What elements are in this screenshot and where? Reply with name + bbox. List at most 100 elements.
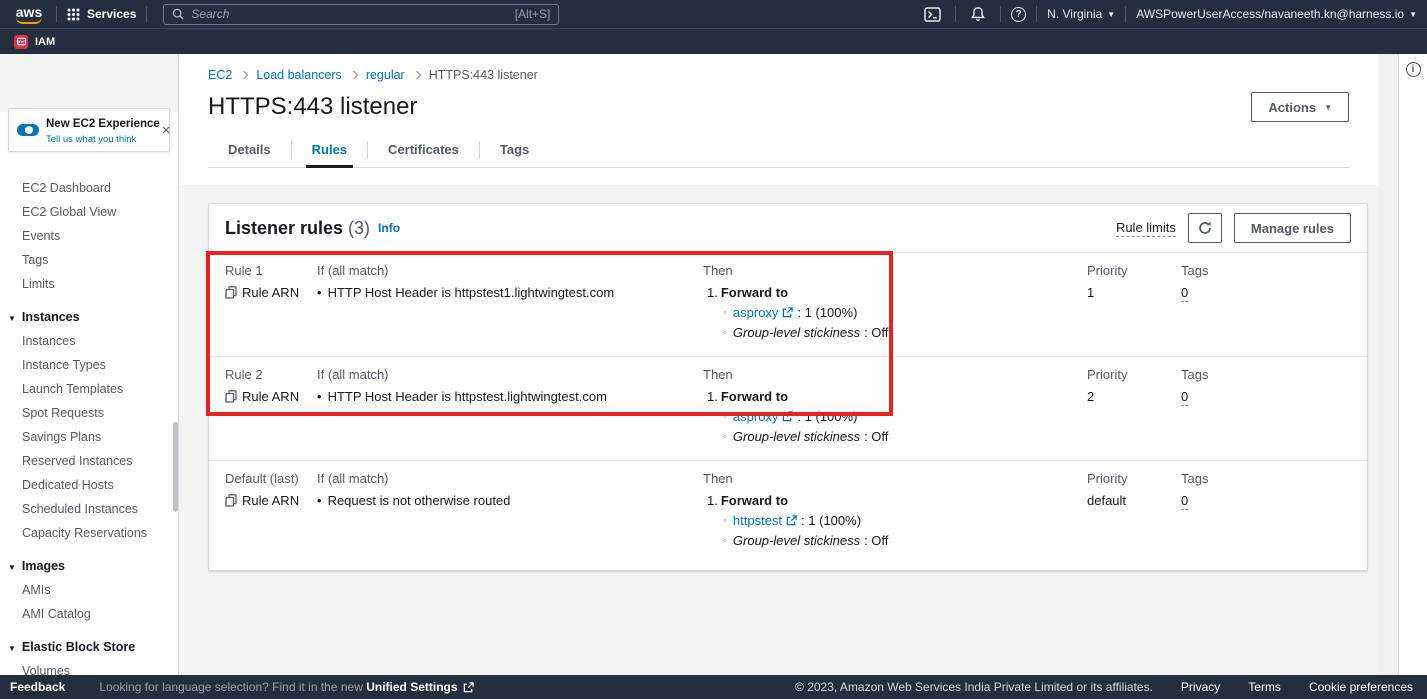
sidebar-item-volumes[interactable]: Volumes: [0, 659, 178, 675]
bullet: ◦: [723, 535, 727, 547]
sidebar-item-capacity-reservations[interactable]: Capacity Reservations: [0, 521, 178, 545]
breadcrumb-ec2[interactable]: EC2: [208, 68, 232, 82]
listener-rules-panel: Listener rules (3) Info Rule limits Mana…: [208, 203, 1368, 571]
main-scrollbar-track[interactable]: [1378, 54, 1398, 675]
notifications-button[interactable]: [966, 6, 990, 22]
external-link-icon: [463, 682, 474, 693]
manage-rules-button[interactable]: Manage rules: [1234, 213, 1351, 243]
language-hint: Looking for language selection? Find it …: [99, 680, 457, 694]
breadcrumb-regular[interactable]: regular: [366, 68, 405, 82]
help-button[interactable]: ?: [1011, 7, 1026, 22]
target-group-link[interactable]: asproxy: [733, 305, 779, 320]
sidebar-item-instance-types[interactable]: Instance Types: [0, 353, 178, 377]
rule-arn-copy[interactable]: Rule ARN: [225, 493, 317, 508]
rule-condition: •Request is not otherwise routed: [317, 493, 703, 508]
region-selector[interactable]: N. Virginia ▼: [1047, 7, 1115, 21]
sidebar-item-scheduled-instances[interactable]: Scheduled Instances: [0, 497, 178, 521]
iam-shortcut[interactable]: IAM: [35, 36, 55, 48]
then-column-header: Then: [703, 263, 1087, 278]
toggle-knob: [25, 126, 33, 134]
rule-arn-copy[interactable]: Rule ARN: [225, 389, 317, 404]
sidebar-nav: EC2 Dashboard EC2 Global View Events Tag…: [0, 164, 178, 675]
favorites-bar: IAM: [0, 28, 1427, 54]
sidebar-top-band: [0, 54, 178, 112]
aws-logo[interactable]: aws: [12, 4, 46, 24]
sidebar-item-savings-plans[interactable]: Savings Plans: [0, 425, 178, 449]
triangle-down-icon: ▼: [8, 644, 16, 653]
target-group-line: ◦ asproxy : 1 (100%): [703, 409, 1087, 424]
tab-certificates[interactable]: Certificates: [368, 134, 479, 167]
new-ec2-experience-toggle[interactable]: [17, 124, 39, 136]
external-link-icon: [782, 307, 793, 318]
close-icon[interactable]: ×: [160, 122, 173, 139]
account-menu[interactable]: AWSPowerUserAccess/navaneeth.kn@harness.…: [1136, 7, 1417, 21]
rule-row-1: Rule 1 Rule ARN If (all match) •HTTP Hos…: [209, 252, 1367, 356]
stickiness-line: ◦ Group-level stickiness: Off: [703, 325, 1087, 340]
sidebar-section-images[interactable]: ▼Images: [0, 553, 178, 578]
forward-to-action: 1.Forward to: [703, 285, 1087, 300]
sidebar-section-ebs[interactable]: ▼Elastic Block Store: [0, 634, 178, 659]
tab-details[interactable]: Details: [208, 134, 291, 167]
chevron-right-icon: [412, 71, 420, 79]
sidebar-item-events[interactable]: Events: [0, 224, 178, 248]
tags-count-link[interactable]: 0: [1181, 389, 1188, 406]
chevron-right-icon: [240, 71, 248, 79]
bullet: ◦: [723, 515, 727, 527]
actions-button[interactable]: Actions ▼: [1251, 92, 1349, 122]
sidebar-item-instances[interactable]: Instances: [0, 329, 178, 353]
main-content: EC2 Load balancers regular HTTPS:443 lis…: [179, 54, 1378, 675]
external-link-icon: [786, 515, 797, 526]
refresh-button[interactable]: [1188, 213, 1222, 243]
sidebar-item-launch-templates[interactable]: Launch Templates: [0, 377, 178, 401]
target-group-link[interactable]: httpstest: [733, 513, 782, 528]
sidebar-item-reserved-instances[interactable]: Reserved Instances: [0, 449, 178, 473]
breadcrumb: EC2 Load balancers regular HTTPS:443 lis…: [208, 68, 1349, 82]
bullet: ◦: [723, 431, 727, 443]
feedback-link[interactable]: Tell us what you think: [46, 134, 136, 145]
info-link[interactable]: Info: [378, 221, 400, 235]
rule-name: Default (last): [225, 471, 317, 486]
terms-link[interactable]: Terms: [1248, 680, 1281, 694]
sidebar-item-ec2-global-view[interactable]: EC2 Global View: [0, 200, 178, 224]
tags-count-link[interactable]: 0: [1181, 285, 1188, 302]
unified-settings-link[interactable]: Unified Settings: [366, 680, 457, 694]
rule-arn-copy[interactable]: Rule ARN: [225, 285, 317, 300]
cloudshell-terminal-icon: [924, 7, 941, 22]
target-group-link[interactable]: asproxy: [733, 409, 779, 424]
cookie-preferences-link[interactable]: Cookie preferences: [1309, 680, 1413, 694]
info-icon[interactable]: i: [1406, 62, 1421, 77]
sidebar-section-instances[interactable]: ▼Instances: [0, 304, 178, 329]
tags-count-link[interactable]: 0: [1181, 493, 1188, 510]
services-menu-button[interactable]: Services: [67, 7, 136, 21]
tab-tags[interactable]: Tags: [480, 134, 549, 167]
breadcrumb-load-balancers[interactable]: Load balancers: [256, 68, 341, 82]
bullet: •: [317, 389, 322, 404]
panel-count: (3): [348, 218, 370, 239]
rule-limits-link[interactable]: Rule limits: [1116, 220, 1176, 237]
privacy-link[interactable]: Privacy: [1181, 680, 1220, 694]
divider: [56, 6, 57, 22]
page-header: EC2 Load balancers regular HTTPS:443 lis…: [179, 54, 1378, 185]
sidebar-scrollbar-thumb[interactable]: [173, 422, 178, 512]
stickiness-line: ◦ Group-level stickiness: Off: [703, 533, 1087, 548]
sidebar-item-tags[interactable]: Tags: [0, 248, 178, 272]
sidebar-item-ami-catalog[interactable]: AMI Catalog: [0, 602, 178, 626]
bullet: •: [317, 493, 322, 508]
cloudshell-button[interactable]: [920, 7, 945, 22]
if-column-header: If (all match): [317, 367, 703, 382]
top-navigation-bar: aws Services Search [Alt+S]: [0, 0, 1427, 28]
copy-icon: [225, 286, 237, 299]
sidebar: New EC2 Experience Tell us what you thin…: [0, 54, 179, 675]
sidebar-item-dedicated-hosts[interactable]: Dedicated Hosts: [0, 473, 178, 497]
triangle-down-icon: ▼: [8, 563, 16, 572]
rule-row-default: Default (last) Rule ARN If (all match) •…: [209, 460, 1367, 570]
tab-rules[interactable]: Rules: [292, 134, 367, 167]
footer: Feedback Looking for language selection?…: [0, 675, 1427, 699]
feedback-button[interactable]: Feedback: [10, 680, 65, 694]
sidebar-item-ec2-dashboard[interactable]: EC2 Dashboard: [0, 176, 178, 200]
sidebar-item-spot-requests[interactable]: Spot Requests: [0, 401, 178, 425]
bullet: •: [317, 285, 322, 300]
sidebar-item-limits[interactable]: Limits: [0, 272, 178, 296]
global-search-input[interactable]: Search [Alt+S]: [163, 4, 559, 25]
sidebar-item-amis[interactable]: AMIs: [0, 578, 178, 602]
